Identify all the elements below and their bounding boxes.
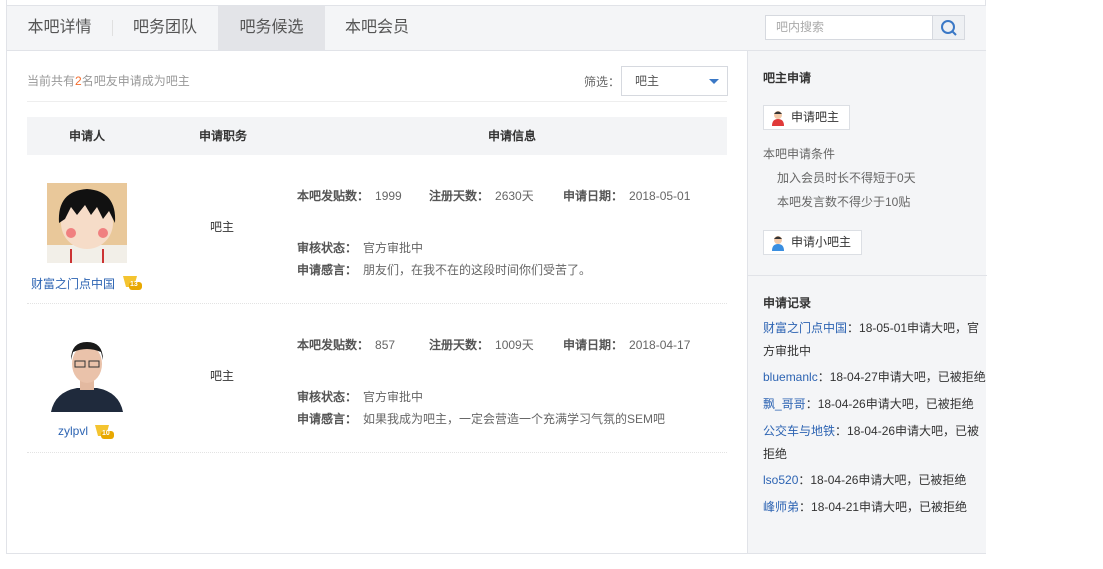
record-user-link[interactable]: 峰师弟 [763,500,799,514]
register-days: 注册天数： 2630天 [429,189,534,203]
record-item: 峰师弟：18-04-21申请大吧，已被拒绝 [763,500,968,514]
register-days: 注册天数： 1009天 [429,338,534,352]
forum-search-input[interactable]: 吧内搜索 [765,15,933,40]
level-number: 10 [102,430,110,437]
level-number: 13 [130,281,138,288]
record-user-link[interactable]: bluemanlc [763,370,818,384]
records-title: 申请记录 [763,296,812,310]
header-position: 申请职务 [199,129,248,143]
condition-item: 加入会员时长不得短于0天 [777,171,916,185]
applied-position: 吧主 [210,369,235,383]
filter-label: 筛选： [584,75,621,89]
record-item: 财富之门点中国：18-05-01申请大吧，官方审批中 [763,321,980,358]
apply-owner-button[interactable]: 申请吧主 [763,105,851,130]
record-item: 飘_哥哥：18-04-26申请大吧，已被拒绝 [763,397,974,411]
filter-select[interactable]: 吧主 [621,66,728,96]
review-status: 审核状态： 官方审批中 [297,241,424,255]
apply-sub-owner-button[interactable]: 申请小吧主 [763,230,863,255]
avatar[interactable] [47,332,127,412]
applicant-count-text: 当前共有2名吧友申请成为吧主 [27,74,190,88]
user-blue-icon [772,236,784,251]
apply-speech: 申请感言： 朋友们，在我不在的这段时间你们受苦了。 [297,263,592,277]
search-icon [941,20,957,36]
page-frame: 本吧详情 吧务团队 吧务候选 本吧会员 吧内搜索 当前共有2名吧友申请成为吧主 … [6,0,987,554]
record-item: 公交车与地铁：18-04-26申请大吧，已被拒绝 [763,424,980,461]
avatar[interactable] [47,183,127,263]
review-status: 审核状态： 官方审批中 [297,390,424,404]
apply-title: 吧主申请 [763,71,812,85]
applicant-name-link[interactable]: 财富之门点中国 [31,275,115,292]
record-item: bluemanlc：18-04-27申请大吧，已被拒绝 [763,370,986,384]
tab-bar: 本吧详情 吧务团队 吧务候选 本吧会员 吧内搜索 [7,6,986,51]
table-row: zylpvl 10 吧主 本吧发贴数： 857 注册天数： 1009天 申请日期： 2… [27,304,727,453]
record-user-link[interactable]: 飘_哥哥 [763,397,806,411]
applicant-name-link[interactable]: zylpvl [58,424,88,438]
divider [27,101,727,102]
tab-admin-team[interactable]: 吧务团队 [113,6,217,50]
divider [748,275,987,276]
header-info: 申请信息 [488,129,537,143]
record-item: lso520：18-04-26申请大吧，已被拒绝 [763,473,967,487]
header-applicant: 申请人 [69,129,106,143]
apply-speech: 申请感言： 如果我成为吧主，一定会营造一个充满学习气氛的SEM吧 [297,412,666,426]
search-button[interactable] [933,15,965,40]
applied-position: 吧主 [210,220,235,234]
user-red-icon [772,111,784,126]
applicant-stats: 本吧发贴数： 857 [297,338,396,352]
conditions-title: 本吧申请条件 [763,147,836,161]
tab-admin-candidates[interactable]: 吧务候选 [218,6,325,50]
table-row: 财富之门点中国 13 吧主 本吧发贴数： 1999 注册天数： 2630天 申请日期… [27,155,727,304]
applicant-stats: 本吧发贴数： 1999 [297,189,402,203]
record-user-link[interactable]: 财富之门点中国 [763,321,847,335]
sidebar: 吧主申请 申请吧主 本吧申请条件 加入会员时长不得短于0天 本吧发言数不得少于1… [747,51,987,553]
apply-date: 申请日期： 2018-04-17 [563,338,691,352]
chevron-down-icon [709,79,719,84]
tab-forum-details[interactable]: 本吧详情 [7,6,112,50]
table-header: 申请人 申请职务 申请信息 [27,117,727,155]
apply-date: 申请日期： 2018-05-01 [563,189,691,203]
tab-members[interactable]: 本吧会员 [325,6,429,50]
condition-item: 本吧发言数不得少于10贴 [777,195,911,209]
record-user-link[interactable]: 公交车与地铁 [763,424,835,438]
record-user-link[interactable]: lso520 [763,473,798,487]
